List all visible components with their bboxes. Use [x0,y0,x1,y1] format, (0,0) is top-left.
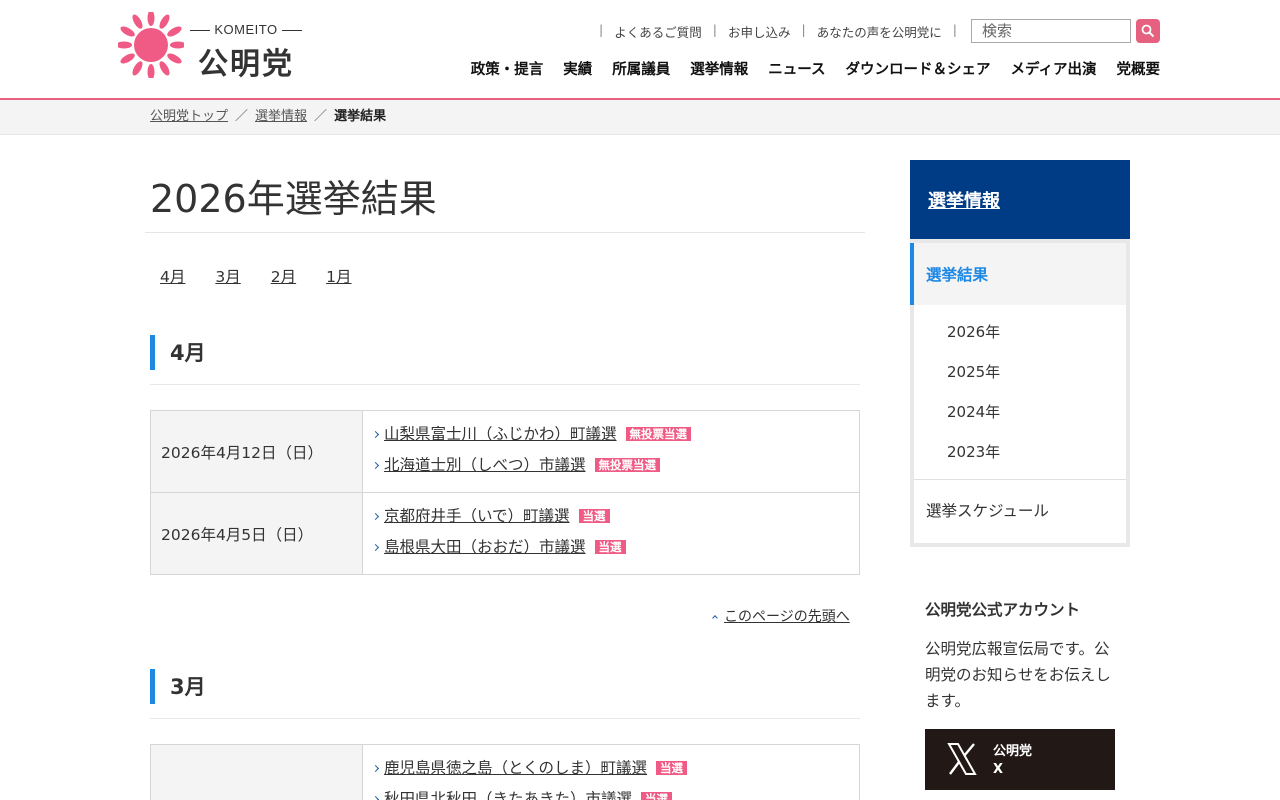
race-link[interactable]: 北海道士別（しべつ）市議選 [384,456,586,474]
race-item: 島根県大田（おおだ）市議選 当選 [373,536,849,567]
results-table-march: 鹿児島県徳之島（とくのしま）町議選 当選 秋田県北秋田（きたあきた）市議選 当選 [150,744,860,800]
sidebar-heading-link[interactable]: 選挙情報 [928,191,1000,212]
title-divider [145,232,865,233]
page-top-label[interactable]: このページの先頭へ [724,609,850,625]
search-button[interactable] [1136,19,1160,43]
race-item: 秋田県北秋田（きたあきた）市議選 当選 [373,788,849,800]
race-link[interactable]: 鹿児島県徳之島（とくのしま）町議選 [384,759,647,777]
logo-party-name: 公明党 [198,47,294,82]
nav-item-policy[interactable]: 政策・提言 [471,58,544,79]
month-jump-links: 4月 3月 2月 1月 [160,265,352,287]
sidebar-item-2024[interactable]: 2024年 [947,401,1000,441]
sidebar-item-results[interactable]: 選挙結果 [910,243,1126,305]
race-link[interactable]: 秋田県北秋田（きたあきた）市議選 [384,790,632,800]
table-row: 2026年4月12日（日） 山梨県富士川（ふじかわ）町議選 無投票当選 北海道士別… [150,410,860,493]
section-heading-label: 4月 [170,341,206,365]
logo-komeito-text: KOMEITO [186,22,306,37]
election-date: 2026年4月5日（日） [150,492,363,575]
month-link-march[interactable]: 3月 [215,265,240,287]
x-banner-label-line1: 公明党 [993,744,1033,759]
race-list: 京都府井手（いで）町議選 当選 島根県大田（おおだ）市議選 当選 [362,492,860,575]
sidebar-item-2026[interactable]: 2026年 [947,321,1000,361]
section-heading-march: 3月 [150,669,860,719]
breadcrumb-separator: ／ [235,109,249,124]
breadcrumb-current: 選挙結果 [334,109,387,124]
section-accent-bar [150,335,155,370]
util-separator: | [801,22,806,37]
x-banner-label: 公明党 X [993,743,1032,779]
result-badge: 当選 [641,791,673,800]
sidebar-menu: 選挙結果 2026年 2025年 2024年 2023年 選挙スケジュール [910,243,1126,543]
race-item: 山梨県富士川（ふじかわ）町議選 無投票当選 [373,423,849,454]
race-link[interactable]: 山梨県富士川（ふじかわ）町議選 [384,425,617,443]
result-badge: 当選 [578,508,610,523]
race-list: 鹿児島県徳之島（とくのしま）町議選 当選 秋田県北秋田（きたあきた）市議選 当選 [362,744,860,800]
util-link-faq[interactable]: よくあるご質問 [614,22,702,41]
official-account-title: 公明党公式アカウント [925,601,1081,619]
nav-item-news[interactable]: ニュース [768,58,825,79]
result-badge: 無投票当選 [594,457,661,472]
nav-item-download[interactable]: ダウンロード＆シェア [846,58,991,79]
sun-logo-icon [118,12,184,78]
section-heading-label: 3月 [170,675,206,699]
race-item: 京都府井手（いで）町議選 当選 [373,505,849,536]
result-badge: 当選 [656,760,688,775]
result-badge: 当選 [594,539,626,554]
util-separator: | [952,22,957,37]
page-top-link[interactable]: このページの先頭へ [712,606,850,626]
sidebar-item-2023[interactable]: 2023年 [947,441,1000,481]
nav-item-elections[interactable]: 選挙情報 [690,58,748,79]
election-date: 2026年4月12日（日） [150,410,363,493]
table-row: 鹿児島県徳之島（とくのしま）町議選 当選 秋田県北秋田（きたあきた）市議選 当選 [150,744,860,800]
sidebar-heading: 選挙情報 [910,160,1130,239]
nav-item-achievements[interactable]: 実績 [563,58,592,79]
results-table-april: 2026年4月12日（日） 山梨県富士川（ふじかわ）町議選 無投票当選 北海道士別… [150,410,860,575]
site-logo[interactable]: KOMEITO 公明党 [118,12,318,82]
table-row: 2026年4月5日（日） 京都府井手（いで）町議選 当選 島根県大田（おおだ）市議… [150,492,860,575]
month-link-april[interactable]: 4月 [160,265,185,287]
breadcrumb-link-elections[interactable]: 選挙情報 [255,109,307,124]
site-header: KOMEITO 公明党 | よくあるご質問 | お申し込み | あなたの声を公明… [0,0,1280,100]
breadcrumb-separator: ／ [314,109,328,124]
nav-item-about[interactable]: 党概要 [1117,58,1161,79]
month-link-february[interactable]: 2月 [271,265,296,287]
x-logo-icon [947,743,977,775]
race-list: 山梨県富士川（ふじかわ）町議選 無投票当選 北海道士別（しべつ）市議選 無投票当選 [362,410,860,493]
race-item: 鹿児島県徳之島（とくのしま）町議選 当選 [373,757,849,788]
util-separator: | [599,22,604,37]
sidebar-year-list: 2026年 2025年 2024年 2023年 [947,321,1000,481]
breadcrumb: 公明党トップ ／ 選挙情報 ／ 選挙結果 [0,100,1280,135]
sidebar-divider [914,479,1126,480]
sidebar-item-schedule[interactable]: 選挙スケジュール [926,499,1049,521]
util-link-voice[interactable]: あなたの声を公明党に [817,22,942,41]
nav-item-media[interactable]: メディア出演 [1011,58,1097,79]
month-link-january[interactable]: 1月 [326,265,351,287]
util-separator: | [712,22,717,37]
page-title: 2026年選挙結果 [150,177,437,221]
race-link[interactable]: 島根県大田（おおだ）市議選 [384,538,586,556]
sidebar-item-2025[interactable]: 2025年 [947,361,1000,401]
race-item: 北海道士別（しべつ）市議選 無投票当選 [373,454,849,485]
official-account-description: 公明党広報宣伝局です。公明党のお知らせをお伝えします。 [925,640,1111,710]
x-account-banner[interactable]: 公明党 X [925,729,1115,790]
main-nav: 政策・提言 実績 所属議員 選挙情報 ニュース ダウンロード＆シェア メディア出… [471,58,1160,79]
election-date [150,744,363,800]
caret-up-icon [712,615,718,621]
nav-item-members[interactable]: 所属議員 [612,58,670,79]
breadcrumb-link-top[interactable]: 公明党トップ [150,109,228,124]
sidebar-nav: 選挙情報 選挙結果 2026年 2025年 2024年 2023年 選挙スケジュ… [910,160,1130,547]
result-badge: 無投票当選 [625,426,692,441]
section-heading-april: 4月 [150,335,860,385]
race-link[interactable]: 京都府井手（いで）町議選 [384,507,570,525]
x-banner-label-line2: X [993,762,1004,777]
section-accent-bar [150,669,155,704]
util-link-apply[interactable]: お申し込み [728,22,791,41]
search-icon [1141,24,1155,38]
search-input[interactable]: 検索 [971,19,1131,43]
utility-nav: | よくあるご質問 | お申し込み | あなたの声を公明党に | [588,22,968,41]
